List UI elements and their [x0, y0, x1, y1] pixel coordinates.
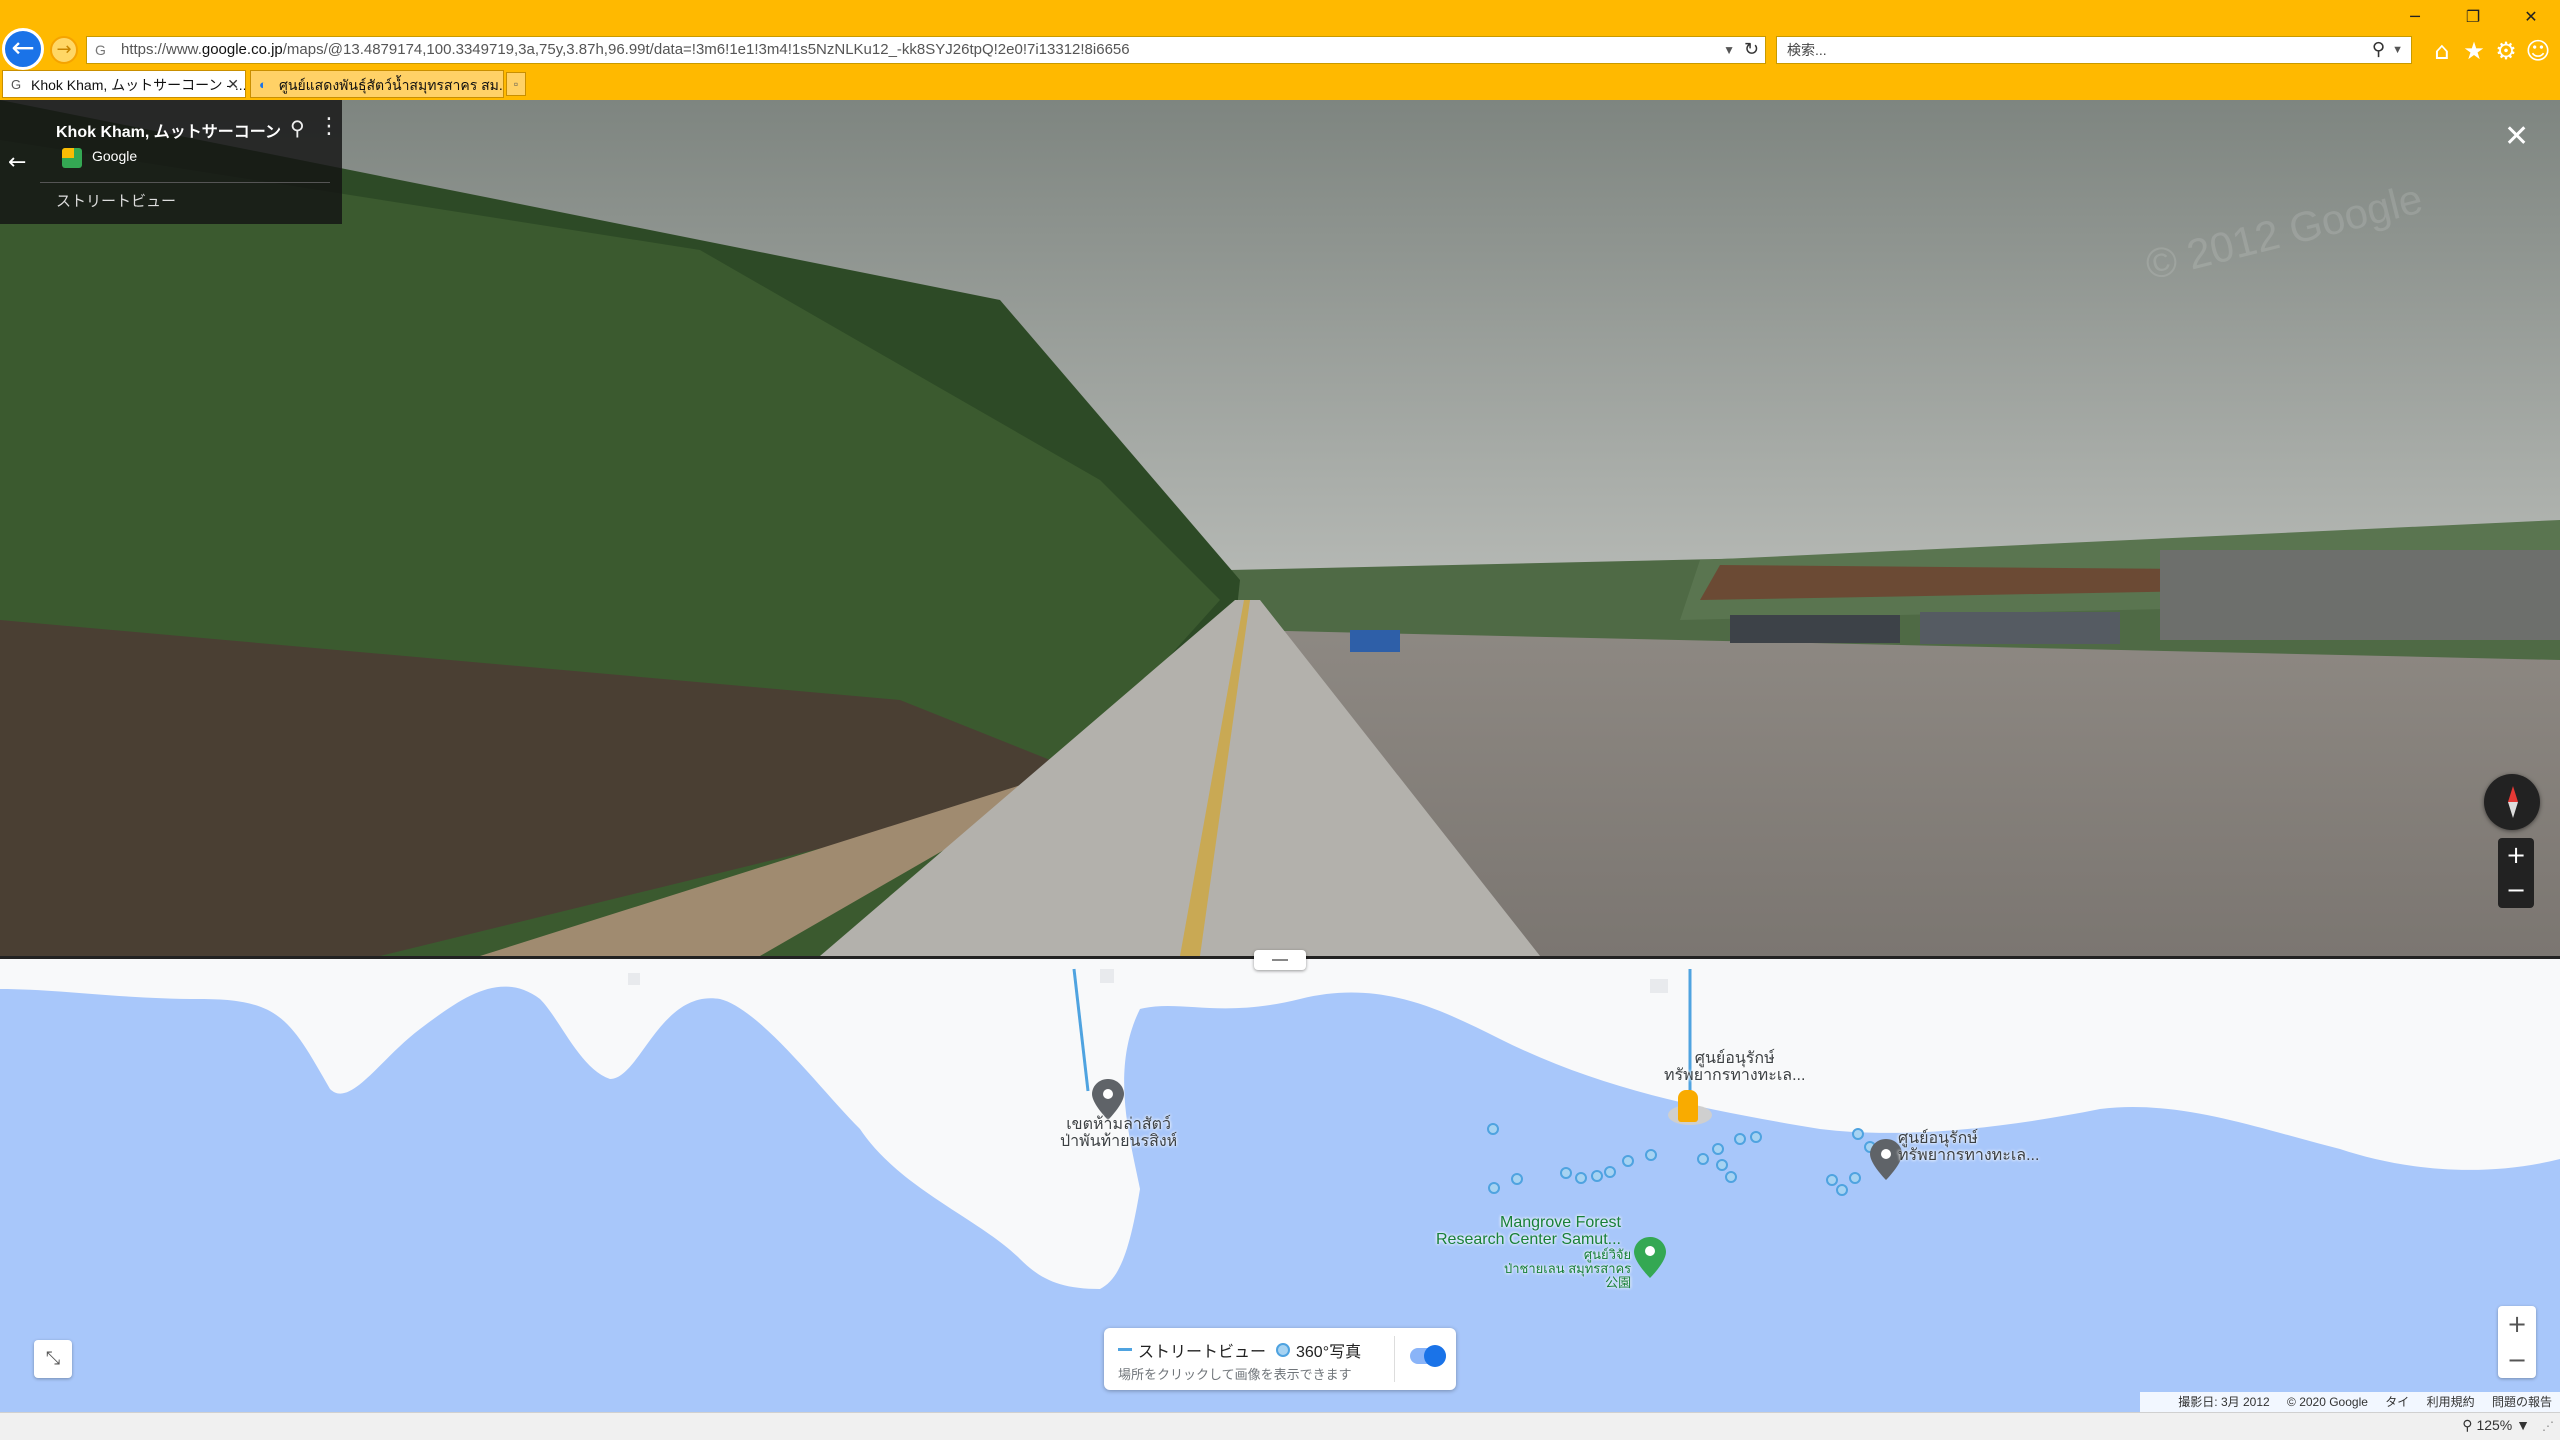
close-streetview-button[interactable]: ✕ [2504, 122, 2529, 152]
tab-close-icon[interactable]: ✕ [227, 71, 239, 97]
map-zoom-out-button[interactable]: − [2498, 1342, 2536, 1378]
map-label-line: ป่าชายเลน สมุทรสาคร [1504, 1261, 1632, 1276]
url-domain: google.co.jp [201, 41, 283, 58]
legend-360-label: 360°写真 [1296, 1344, 1362, 1361]
map-label-line: ทรัพยากรทางทะเล... [1898, 1147, 2040, 1164]
url-prefix: https://www. [121, 41, 202, 58]
site-favicon-icon: G [95, 42, 106, 58]
arrow-left-icon[interactable]: ← [8, 150, 26, 175]
pegman-icon[interactable] [1678, 1090, 1698, 1122]
copyright: © 2020 Google [2287, 1395, 2368, 1409]
search-icon[interactable]: ⚲ [2372, 37, 2385, 63]
restore-button[interactable]: ❐ [2444, 0, 2502, 34]
map-label-line: ป่าพันท้ายนรสิงห์ [1060, 1133, 1178, 1150]
forward-button[interactable]: → [50, 36, 78, 64]
zoom-in-button[interactable]: + [2498, 838, 2534, 873]
zoom-out-button[interactable]: − [2498, 873, 2534, 908]
photo-360-dot-icon [1276, 1343, 1290, 1357]
google-maps-logo-icon [62, 148, 82, 168]
map-attribution: 撮影日: 3月 2012 © 2020 Google タイ 利用規約 問題の報告 [2140, 1392, 2560, 1412]
window-close-button[interactable]: ✕ [2502, 0, 2560, 34]
map-label-line: 公園 [1605, 1275, 1632, 1290]
map-label-reserve[interactable]: เขตห้ามล่าสัตว์ ป่าพันท้ายนรสิงห์ [1060, 1116, 1177, 1150]
more-options-icon[interactable]: ⋮ [318, 114, 340, 139]
smiley-icon[interactable]: ☺ [2522, 36, 2554, 66]
panel-resize-handle[interactable] [1254, 950, 1306, 970]
panorama-scene: © 2012 Google [0, 100, 2560, 956]
location-title: Khok Kham, ムットサーコーン [56, 124, 281, 141]
tab-label: ศูนย์แสดงพันธุ์สัตว์น้ำสมุทรสาคร สม... [279, 77, 504, 93]
photo-360-toggle[interactable] [1410, 1345, 1446, 1367]
map-label-line: เขตห้ามล่าสัตว์ [1066, 1116, 1171, 1133]
star-icon[interactable]: ★ [2458, 36, 2490, 66]
compass-icon[interactable] [2484, 774, 2540, 830]
streetview-line-icon [1118, 1348, 1132, 1351]
map-zoom-in-button[interactable]: + [2498, 1306, 2536, 1342]
zoom-level-value: 125% [2476, 1417, 2513, 1433]
gear-icon[interactable]: ⚙ [2490, 36, 2522, 66]
map-label-line: ทรัพยากรทางทะเล... [1664, 1067, 1806, 1084]
map-label-marine-center-1[interactable]: ศูนย์อนุรักษ์ ทรัพยากรทางทะเล... [1664, 1050, 1805, 1084]
legend-streetview-label: ストリートビュー [1138, 1344, 1267, 1361]
map-label-mangrove-center[interactable]: Mangrove Forest Research Center Samut... [1436, 1214, 1621, 1248]
map-label-line: Research Center Samut... [1436, 1231, 1621, 1248]
home-icon[interactable]: ⌂ [2426, 36, 2458, 66]
map-label-line: ศูนย์อนุรักษ์ [1694, 1050, 1775, 1067]
search-dropdown-icon[interactable]: ▼ [2392, 37, 2403, 63]
country-link[interactable]: タイ [2385, 1395, 2409, 1409]
tab-aquarium[interactable]: ◐ ศูนย์แสดงพันธุ์สัตว์น้ำสมุทรสาคร สม... [250, 70, 504, 98]
map-label-park[interactable]: ศูนย์วิจัย ป่าชายเลน สมุทรสาคร 公園 [1504, 1248, 1631, 1290]
minimize-button[interactable]: ─ [2386, 0, 2444, 34]
back-button[interactable]: ← [2, 28, 44, 70]
browser-toolbar: ← → G https://www.google.co.jp/maps/@13.… [0, 0, 2560, 100]
refresh-icon[interactable]: ↻ [1744, 37, 1759, 63]
resize-grip-icon[interactable]: ⋰ [2542, 1419, 2554, 1433]
map-label-line: ศูนย์วิจัย [1583, 1247, 1632, 1262]
tab-label: Khok Kham, ムットサーコーン - ... [31, 77, 246, 93]
window-controls: ─ ❐ ✕ [2386, 0, 2560, 34]
location-pin-icon[interactable]: ⚲ [290, 116, 305, 140]
streetview-zoom-control: + − [2498, 838, 2534, 908]
tab-favicon-icon: ◐ [259, 77, 267, 92]
collapse-map-button[interactable]: ⤡ [34, 1340, 72, 1378]
map-label-line: Mangrove Forest [1500, 1214, 1621, 1231]
legend-divider [1394, 1336, 1395, 1382]
new-tab-button[interactable]: ▫ [506, 72, 526, 96]
legend-hint: 場所をクリックして画像を表示できます [1118, 1367, 1352, 1382]
search-placeholder: 検索... [1787, 42, 1827, 58]
map-label-marine-center-2[interactable]: ศูนย์อนุรักษ์ ทรัพยากรทางทะเล... [1898, 1130, 2039, 1164]
tab-favicon-icon: G [11, 77, 22, 92]
capture-date: 撮影日: 3月 2012 [2178, 1395, 2270, 1409]
imagery-provider: Google [92, 148, 138, 164]
map-label-line: ศูนย์อนุรักษ์ [1898, 1130, 1978, 1147]
url-path: /maps/@13.4879174,100.3349719,3a,75y,3.8… [282, 41, 1130, 58]
tab-khok-kham[interactable]: G Khok Kham, ムットサーコーン - ... ✕ [2, 70, 246, 98]
divider [40, 182, 330, 183]
address-dropdown-icon[interactable]: ▼ [1723, 37, 1735, 63]
page-zoom-level[interactable]: ⚲ 125% ▼ [2462, 1417, 2530, 1434]
address-bar[interactable]: G https://www.google.co.jp/maps/@13.4879… [86, 36, 1766, 64]
streetview-mode-label: ストリートビュー [56, 193, 177, 210]
toolbar-icons: ⌂ ★ ⚙ ☺ [2426, 36, 2554, 66]
browser-status-bar: ⚲ 125% ▼ ⋰ [0, 1412, 2560, 1440]
streetview-info-card: ← Khok Kham, ムットサーコーン ⚲ ⋮ Google ストリートビュ… [0, 100, 342, 224]
map-zoom-control: + − [2498, 1306, 2536, 1378]
streetview-legend: ストリートビュー 360°写真 場所をクリックして画像を表示できます [1104, 1328, 1456, 1390]
search-box[interactable]: 検索... ⚲ ▼ [1776, 36, 2412, 64]
terms-link[interactable]: 利用規約 [2427, 1395, 2475, 1409]
streetview-panorama[interactable]: © 2012 Google [0, 100, 2560, 956]
report-problem-link[interactable]: 問題の報告 [2492, 1395, 2552, 1409]
